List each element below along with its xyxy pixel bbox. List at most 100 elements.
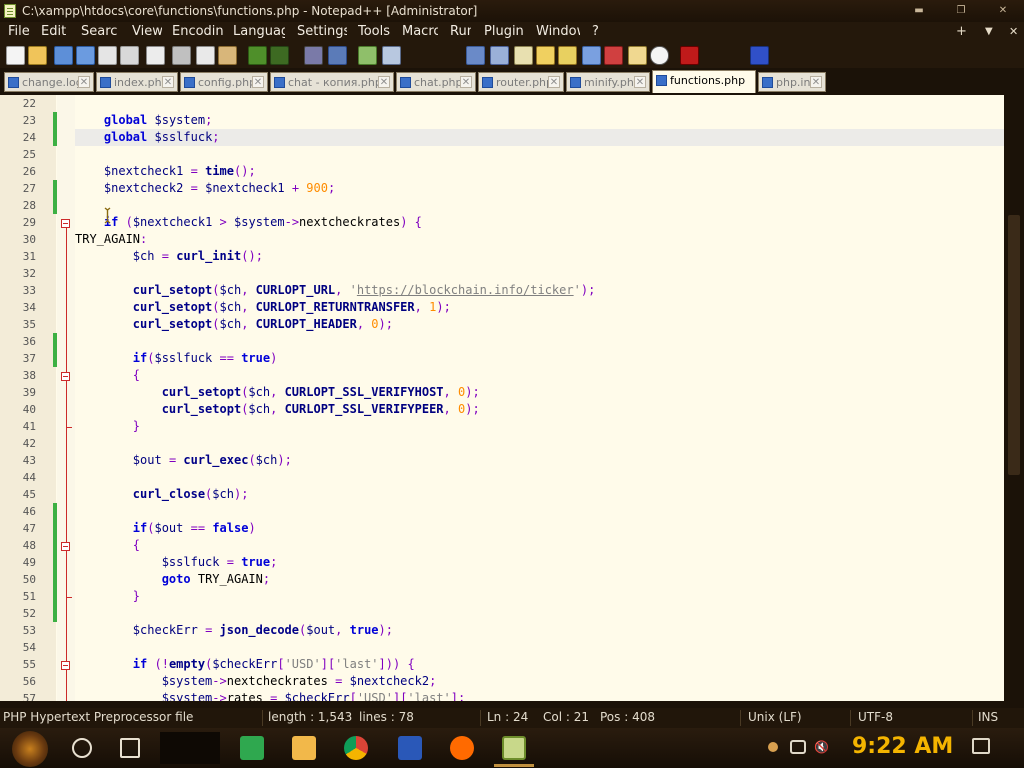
- tab-config-php[interactable]: config.php ✕: [180, 72, 268, 92]
- line-number: 47: [22, 522, 36, 535]
- redo-icon[interactable]: [270, 46, 289, 65]
- tray-app-icon[interactable]: [768, 742, 778, 752]
- line-number: 23: [22, 114, 36, 127]
- code-editor[interactable]: 22 23 24 25 26 27 28 29 30 31 32 33 34 3…: [0, 95, 1004, 701]
- line-number: 57: [22, 692, 36, 701]
- file-explorer-icon[interactable]: [292, 736, 316, 760]
- folder-icon[interactable]: [628, 46, 647, 65]
- code-line: if (!empty($checkErr['USD']['last'])) {: [132, 657, 415, 671]
- scrollbar-thumb[interactable]: [1008, 215, 1020, 475]
- tab-change-log[interactable]: change.log ✕: [4, 72, 94, 92]
- menu-file[interactable]: File: [8, 24, 34, 39]
- fold-toggle-icon[interactable]: [61, 661, 70, 670]
- folder-workspace-icon[interactable]: [604, 46, 623, 65]
- tab-close-icon[interactable]: ✕: [810, 76, 822, 88]
- menu-encoding[interactable]: Encoding: [172, 24, 223, 39]
- save-all-icon[interactable]: [76, 46, 95, 65]
- word-wrap-icon[interactable]: [466, 46, 485, 65]
- tab-chat-php[interactable]: chat.php ✕: [396, 72, 476, 92]
- chrome-icon[interactable]: [344, 736, 368, 760]
- line-number: 29: [22, 216, 36, 229]
- code-line: }: [132, 419, 141, 433]
- line-number: 46: [22, 505, 36, 518]
- notepad-plus-plus-icon[interactable]: [502, 736, 526, 760]
- fold-toggle-icon[interactable]: [61, 372, 70, 381]
- print-icon[interactable]: [146, 46, 165, 65]
- tab-close-icon[interactable]: ✕: [460, 76, 472, 88]
- function-list-icon[interactable]: [582, 46, 601, 65]
- network-icon[interactable]: [790, 740, 806, 754]
- menu-edit[interactable]: Edit: [41, 24, 71, 39]
- volume-mute-icon[interactable]: 🔇: [814, 740, 830, 754]
- file-icon: [184, 77, 195, 88]
- indent-guide-icon[interactable]: [514, 46, 533, 65]
- menu-view[interactable]: View: [132, 24, 162, 39]
- define-language-icon[interactable]: [536, 46, 555, 65]
- tab-chat-copy-php[interactable]: chat - копия.php ✕: [270, 72, 394, 92]
- task-view-icon[interactable]: [120, 738, 140, 758]
- menu-plugins[interactable]: Plugins: [484, 24, 524, 39]
- tab-close-icon[interactable]: ✕: [378, 76, 390, 88]
- tab-php-ini[interactable]: php.ini ✕: [758, 72, 826, 92]
- zoom-out-icon[interactable]: [382, 46, 401, 65]
- paste-icon[interactable]: [218, 46, 237, 65]
- find-icon[interactable]: [304, 46, 323, 65]
- tab-close-icon[interactable]: ✕: [252, 76, 264, 88]
- status-eol[interactable]: Unix (LF): [748, 710, 802, 724]
- tab-list-button[interactable]: ▼: [985, 26, 993, 37]
- zoom-in-icon[interactable]: [358, 46, 377, 65]
- minimize-button[interactable]: ▬: [898, 2, 940, 20]
- maximize-button[interactable]: ❐: [940, 2, 982, 20]
- document-map-icon[interactable]: [558, 46, 577, 65]
- record-macro-icon[interactable]: [680, 46, 699, 65]
- close-document-button[interactable]: ✕: [1009, 25, 1018, 38]
- menu-help[interactable]: ?: [592, 24, 604, 39]
- cortana-search-icon[interactable]: [72, 738, 92, 758]
- undo-icon[interactable]: [248, 46, 267, 65]
- close-button[interactable]: ✕: [982, 2, 1024, 20]
- code-line: curl_setopt($ch, CURLOPT_SSL_VERIFYHOST,…: [161, 385, 480, 399]
- line-number: 40: [22, 403, 36, 416]
- powershell-icon[interactable]: [398, 736, 422, 760]
- action-center-icon[interactable]: [972, 738, 990, 754]
- menu-macro[interactable]: Macro: [402, 24, 438, 39]
- monitoring-eye-icon[interactable]: [650, 46, 669, 65]
- close-all-icon[interactable]: [120, 46, 139, 65]
- new-tab-button[interactable]: +: [956, 24, 967, 39]
- tab-minify-php[interactable]: minify.php ✕: [566, 72, 650, 92]
- fold-guide-line: [66, 220, 67, 701]
- replace-icon[interactable]: [328, 46, 347, 65]
- menu-search[interactable]: Search: [81, 24, 118, 39]
- start-button-icon[interactable]: [12, 731, 48, 767]
- close-file-icon[interactable]: [98, 46, 117, 65]
- menu-tools[interactable]: Tools: [358, 24, 393, 39]
- file-icon: [8, 77, 19, 88]
- menu-window[interactable]: Window: [536, 24, 580, 39]
- menu-run[interactable]: Run: [450, 24, 471, 39]
- menu-settings[interactable]: Settings: [297, 24, 347, 39]
- status-encoding[interactable]: UTF-8: [858, 710, 893, 724]
- tab-close-icon[interactable]: ✕: [162, 76, 174, 88]
- fold-toggle-icon[interactable]: [61, 542, 70, 551]
- show-all-chars-icon[interactable]: [490, 46, 509, 65]
- new-file-icon[interactable]: [6, 46, 25, 65]
- tab-index-php[interactable]: index.php ✕: [96, 72, 178, 92]
- file-icon: [482, 77, 493, 88]
- spreadsheet-app-icon[interactable]: [240, 736, 264, 760]
- tab-close-icon[interactable]: ✕: [78, 76, 90, 88]
- open-file-icon[interactable]: [28, 46, 47, 65]
- cut-icon[interactable]: [172, 46, 191, 65]
- menu-language[interactable]: Language: [233, 24, 285, 39]
- search-app-icon[interactable]: [450, 736, 474, 760]
- tab-router-php[interactable]: router.php ✕: [478, 72, 564, 92]
- status-insert-mode[interactable]: INS: [978, 710, 998, 724]
- tab-close-icon[interactable]: ✕: [634, 76, 646, 88]
- save-icon[interactable]: [54, 46, 73, 65]
- taskbar-clock[interactable]: 9:22 AM: [852, 734, 953, 759]
- tab-close-icon[interactable]: ✕: [548, 76, 560, 88]
- vertical-scrollbar[interactable]: [1004, 95, 1024, 701]
- tab-functions-php[interactable]: functions.php: [652, 70, 756, 93]
- fold-toggle-icon[interactable]: [61, 219, 70, 228]
- run-macro-multiple-icon[interactable]: [750, 46, 769, 65]
- copy-icon[interactable]: [196, 46, 215, 65]
